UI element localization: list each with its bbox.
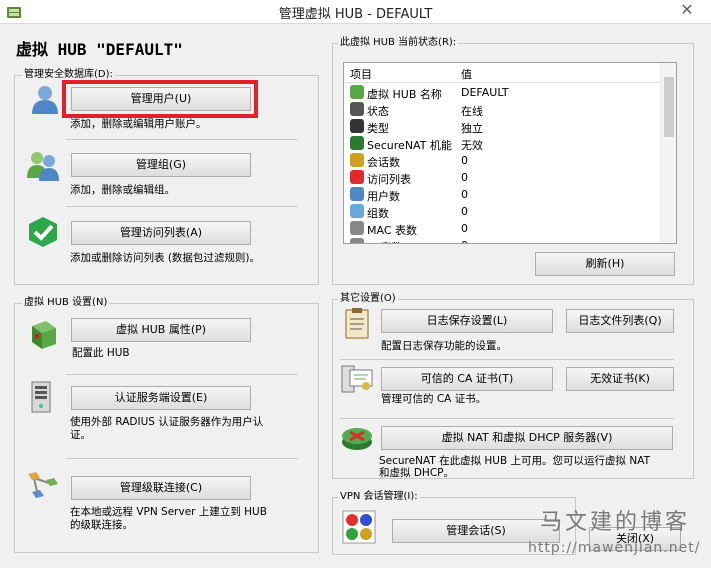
status-item-name: 用户数 [367,190,400,203]
watermark-blog-name: 马文建的博客 [540,510,691,535]
status-icon [350,102,364,116]
status-row[interactable]: 虚拟 HUB 名称 DEFAULT [344,84,662,101]
status-item-name: 状态 [367,105,389,118]
status-item-name: 访问列表 [367,173,411,186]
refresh-button[interactable]: 刷新(H) [535,252,675,276]
divider [66,139,298,140]
watermark-url: http://mawenjian.net/ [528,540,701,556]
status-list-header: 项目 值 [344,63,662,83]
securenat-icon [350,136,364,150]
log-clipboard-icon [345,308,369,339]
status-item-value: DEFAULT [461,86,509,99]
status-item-value: 0 [461,188,468,201]
log-settings-desc: 配置日志保存功能的设置。 [381,340,507,352]
groups-icon [350,204,364,218]
radius-settings-desc-2: 证。 [70,429,91,441]
status-item-name: 虚拟 HUB 名称 [367,88,442,101]
radius-settings-desc-1: 使用外部 RADIUS 认证服务器作为用户认 [70,416,264,428]
divider [66,458,298,459]
manage-access-list-desc: 添加或删除访问列表 (数据包过滤规则)。 [70,252,261,264]
manage-cascade-desc-2: 的级联连接。 [70,519,133,531]
log-settings-button[interactable]: 日志保存设置(L) [381,309,553,333]
manage-groups-desc: 添加，删除或编辑组。 [70,184,175,196]
manage-access-list-button[interactable]: 管理访问列表(A) [71,221,251,245]
hub-properties-desc: 配置此 HUB [72,347,130,359]
hub-heading: 虚拟 HUB "DEFAULT" [16,40,183,59]
manage-groups-button[interactable]: 管理组(G) [71,153,251,177]
hub-settings-label: 虚拟 HUB 设置(N) [22,297,110,309]
status-item-value: 独立 [461,122,483,135]
status-item-name: 类型 [367,122,389,135]
divider [340,418,674,419]
status-item-value: 在线 [461,105,483,118]
status-item-value: 0 [461,171,468,184]
manage-cascade-button[interactable]: 管理级联连接(C) [71,476,251,500]
cascade-connection-icon [28,472,58,498]
status-list-scrollbar[interactable] [660,63,676,243]
scrollbar-thumb[interactable] [664,77,674,137]
users-icon [350,187,364,201]
type-icon [350,119,364,133]
status-list[interactable]: 项目 值 虚拟 HUB 名称 DEFAULT 状态 在线 类型 独立 SecureNAT 机… [343,62,677,244]
column-header-value[interactable]: 值 [461,66,472,82]
status-row[interactable]: IP 表数 0 [344,237,662,243]
certificate-icon [341,365,373,393]
other-settings-label: 其它设置(O) [338,293,398,305]
status-item-name: 组数 [367,207,389,220]
invalid-certs-button[interactable]: 无效证书(K) [566,367,674,391]
status-row[interactable]: 用户数 0 [344,186,662,203]
sessions-icon [350,153,364,167]
divider [340,359,674,360]
status-row[interactable]: 访问列表 0 [344,169,662,186]
manage-cascade-desc-1: 在本地或远程 VPN Server 上建立到 HUB [70,506,267,518]
status-item-name: SecureNAT 机能 [367,139,452,152]
virtual-nat-dhcp-button[interactable]: 虚拟 NAT 和虚拟 DHCP 服务器(V) [381,426,673,450]
manage-users-desc: 添加，删除或编辑用户账户。 [70,118,207,130]
status-row[interactable]: 状态 在线 [344,101,662,118]
status-item-value: 0 [461,154,468,167]
hub-properties-icon [32,321,56,349]
status-row[interactable]: MAC 表数 0 [344,220,662,237]
nat-router-icon [342,428,372,450]
hub-icon [350,85,364,99]
status-row[interactable]: 类型 独立 [344,118,662,135]
status-row[interactable]: 组数 0 [344,203,662,220]
title-bar: 管理虚拟 HUB - DEFAULT ✕ [0,0,711,24]
status-item-name: IP 表数 [367,239,402,243]
user-icon [32,86,58,114]
status-item-name: MAC 表数 [367,224,417,237]
status-item-value: 无效 [461,139,483,152]
divider [66,206,298,207]
server-icon [31,381,51,413]
status-item-value: 0 [461,239,468,243]
column-header-item[interactable]: 项目 [350,66,372,82]
access-list-icon [350,170,364,184]
divider [66,374,298,375]
virtual-nat-desc-2: 和虚拟 DHCP。 [379,467,454,479]
trusted-ca-certs-desc: 管理可信的 CA 证书。 [381,393,487,405]
sessions-icon [342,510,376,544]
log-file-list-button[interactable]: 日志文件列表(Q) [566,309,674,333]
hub-properties-button[interactable]: 虚拟 HUB 属性(P) [71,318,251,342]
mac-table-icon [350,221,364,235]
trusted-ca-certs-button[interactable]: 可信的 CA 证书(T) [381,367,553,391]
radius-settings-button[interactable]: 认证服务端设置(E) [71,386,251,410]
group-icon [27,152,59,181]
window-close-button[interactable]: ✕ [669,0,705,20]
vpn-sessions-label: VPN 会话管理(I): [338,491,420,503]
status-item-value: 0 [461,222,468,235]
highlight-box [62,80,258,118]
status-row[interactable]: 会话数 0 [344,152,662,169]
hub-status-label: 此虚拟 HUB 当前状态(R): [338,37,459,49]
status-item-value: 0 [461,205,468,218]
ip-table-icon [350,238,364,243]
window-title: 管理虚拟 HUB - DEFAULT [278,7,433,22]
status-item-name: 会话数 [367,156,400,169]
checkmark-shield-icon [29,217,57,247]
status-row[interactable]: SecureNAT 机能 无效 [344,135,662,152]
